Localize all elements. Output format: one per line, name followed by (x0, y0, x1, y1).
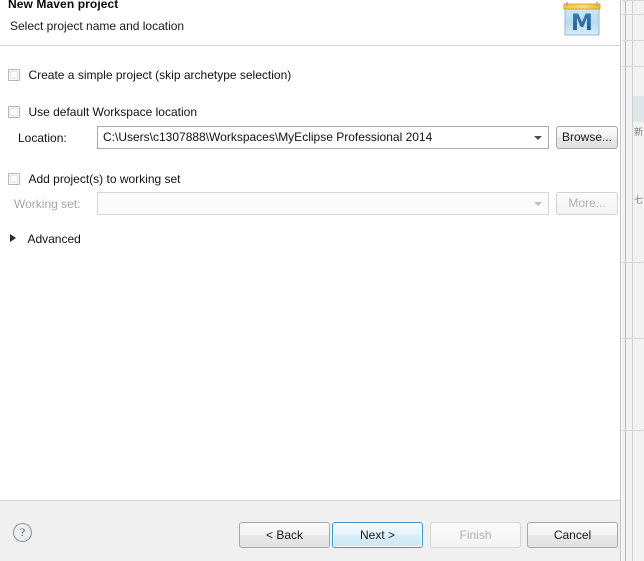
cancel-button-label: Cancel (553, 528, 592, 542)
dialog-footer: ? < Back Next > Finish Cancel (0, 500, 620, 561)
new-maven-project-dialog: New Maven project Select project name an… (0, 0, 621, 561)
triangle-right-icon[interactable] (10, 234, 16, 242)
browse-button[interactable]: Browse... (556, 126, 618, 149)
checkbox-create-simple-project-label: Create a simple project (skip archetype … (28, 67, 292, 82)
chevron-down-icon[interactable] (534, 136, 542, 140)
location-input[interactable]: C:\Users\c1307888\Workspaces\MyEclipse P… (103, 130, 432, 144)
dialog-header: New Maven project Select project name an… (0, 0, 620, 46)
working-set-combo[interactable] (97, 192, 549, 215)
checkbox-create-simple-project[interactable]: Create a simple project (skip archetype … (8, 66, 291, 84)
svg-text:M: M (571, 11, 593, 36)
advanced-section-label: Advanced (27, 231, 81, 246)
finish-button[interactable]: Finish (430, 522, 521, 548)
checkbox-use-default-workspace-location-box[interactable] (8, 105, 20, 118)
cancel-button[interactable]: Cancel (527, 522, 618, 548)
checkbox-add-projects-to-working-set-label: Add project(s) to working set (28, 171, 181, 186)
screenshot-root: 新 七 New Maven project Select project nam… (0, 0, 644, 561)
working-set-more-button[interactable]: More... (556, 192, 618, 215)
checkbox-add-projects-to-working-set-box[interactable] (8, 172, 20, 185)
working-set-more-button-label: More... (568, 196, 606, 210)
question-mark-icon: ? (19, 525, 26, 539)
checkbox-create-simple-project-box[interactable] (8, 68, 20, 81)
next-button-label: Next > (359, 528, 395, 542)
location-label: Location: (18, 131, 67, 145)
checkbox-add-projects-to-working-set[interactable]: Add project(s) to working set (8, 170, 181, 188)
back-button-label: < Back (265, 528, 304, 542)
working-set-label: Working set: (14, 197, 81, 211)
checkbox-use-default-workspace-location-label: Use default Workspace location (28, 104, 197, 119)
chevron-down-icon[interactable] (534, 202, 542, 206)
background-window-strip: 新 七 (622, 0, 644, 561)
help-button[interactable]: ? (13, 523, 32, 542)
checkbox-use-default-workspace-location[interactable]: Use default Workspace location (8, 103, 197, 121)
finish-button-label: Finish (459, 528, 492, 542)
maven-m-icon: M (560, 0, 612, 40)
advanced-section-toggle[interactable]: Advanced (10, 230, 81, 248)
dialog-body: Create a simple project (skip archetype … (0, 47, 620, 500)
location-combo[interactable]: C:\Users\c1307888\Workspaces\MyEclipse P… (97, 126, 549, 149)
browse-button-label: Browse... (561, 130, 612, 144)
page-subtitle: Select project name and location (10, 19, 185, 33)
back-button[interactable]: < Back (239, 522, 330, 548)
page-title: New Maven project (8, 0, 119, 11)
next-button[interactable]: Next > (332, 522, 423, 548)
